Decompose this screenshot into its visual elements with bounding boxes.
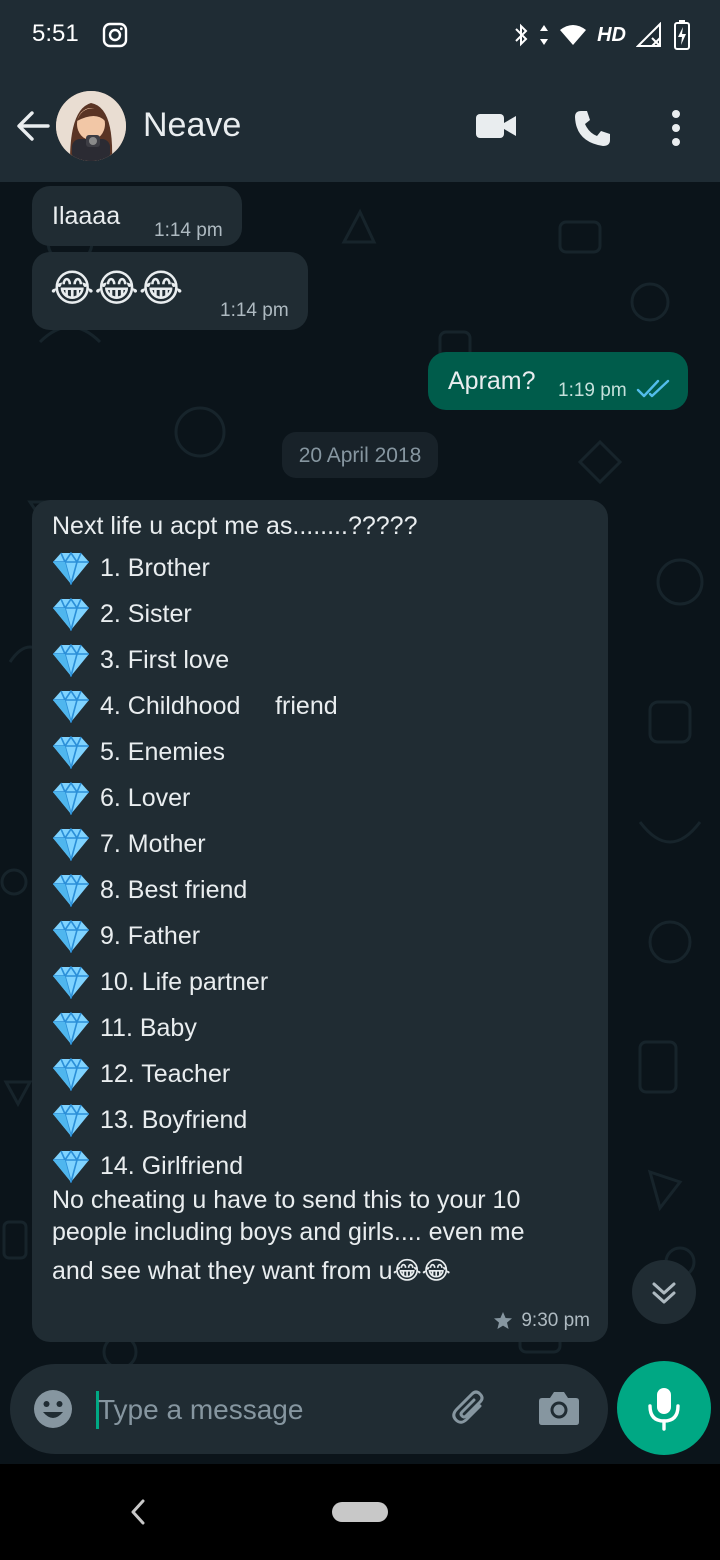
message-bubble[interactable]: 😂😂😂 1:14 pm <box>32 252 308 330</box>
gem-icon <box>53 874 89 907</box>
option-text: 13. Boyfriend <box>100 1105 248 1134</box>
option-text: 14. Girlfriend <box>100 1151 244 1180</box>
avatar[interactable] <box>56 91 126 161</box>
option-list-item: 8. Best friend <box>52 870 247 910</box>
gem-icon <box>53 920 89 953</box>
instagram-icon <box>102 22 128 48</box>
message-input[interactable] <box>98 1390 418 1430</box>
contact-name[interactable]: Neave <box>143 106 241 145</box>
microphone-icon <box>648 1388 680 1431</box>
back-arrow-icon[interactable] <box>14 106 52 146</box>
attachment-icon[interactable] <box>450 1388 492 1430</box>
scroll-to-bottom-button[interactable] <box>632 1260 696 1324</box>
message-time: 1:14 pm <box>154 220 223 241</box>
gem-icon <box>53 1012 89 1045</box>
battery-charging-icon <box>674 20 690 50</box>
option-text: 7. Mother <box>100 829 206 858</box>
more-options-icon[interactable] <box>666 108 686 148</box>
option-list-item: 2. Sister <box>52 594 192 634</box>
option-list-item: 6. Lover <box>52 778 190 818</box>
gem-icon <box>53 552 89 585</box>
bluetooth-icon <box>515 23 528 47</box>
option-text: 2. Sister <box>100 599 192 628</box>
gem-icon <box>53 1150 89 1183</box>
status-icons: HD <box>513 18 690 52</box>
gem-icon <box>53 644 89 677</box>
option-list-item: 3. First love <box>52 640 229 680</box>
voice-call-icon[interactable] <box>572 108 612 148</box>
gem-icon <box>53 1058 89 1091</box>
message-time: 1:14 pm <box>220 300 289 321</box>
status-time: 5:51 <box>32 20 79 47</box>
message-outro-line: people including boys and girls.... even… <box>52 1218 525 1246</box>
nav-home-pill[interactable] <box>332 1502 388 1522</box>
gem-icon <box>53 966 89 999</box>
nav-back-icon[interactable] <box>128 1498 148 1526</box>
gem-icon <box>53 782 89 815</box>
message-bubble[interactable]: Apram? 1:19 pm <box>428 352 688 410</box>
message-outro-line: No cheating u have to send this to your … <box>52 1186 521 1214</box>
date-separator: 20 April 2018 <box>282 432 438 478</box>
signal-icon <box>636 22 661 47</box>
option-list-item: 11. Baby <box>52 1008 197 1048</box>
message-text: 😂😂😂 <box>50 268 184 310</box>
chat-header: Neave <box>0 70 720 182</box>
message-intro: Next life u acpt me as........????? <box>52 512 418 540</box>
voice-message-button[interactable] <box>617 1361 711 1455</box>
data-arrows-icon <box>540 25 549 45</box>
gem-icon <box>53 1104 89 1137</box>
option-text: 10. Life partner <box>100 967 269 996</box>
option-text: 12. Teacher <box>100 1059 231 1088</box>
system-navigation-bar <box>0 1464 720 1560</box>
option-list-item: 5. Enemies <box>52 732 225 772</box>
status-bar: 5:51 HD <box>0 0 720 70</box>
gem-icon <box>53 598 89 631</box>
option-list-item: 12. Teacher <box>52 1054 230 1094</box>
message-outro-line: and see what they want from u😂😂 <box>52 1257 451 1285</box>
message-time: 9:30 pm <box>521 1310 590 1331</box>
option-list-item: 4. Childhood friend <box>52 686 338 726</box>
option-text: 4. Childhood friend <box>100 691 338 720</box>
message-text: Ilaaaa <box>52 202 121 230</box>
star-icon <box>494 1312 513 1329</box>
chat-area[interactable]: Ilaaaa 1:14 pm 😂😂😂 1:14 pm Apram? 1:19 p… <box>0 182 720 1364</box>
gem-icon <box>53 690 89 723</box>
option-text: 8. Best friend <box>100 875 248 904</box>
message-meta: 9:30 pm <box>493 1310 590 1332</box>
option-text: 11. Baby <box>100 1013 197 1042</box>
avatar-image <box>56 91 126 161</box>
camera-icon[interactable] <box>538 1388 580 1428</box>
option-list-item: 7. Mother <box>52 824 206 864</box>
video-call-icon[interactable] <box>474 110 518 142</box>
double-chevron-down-icon <box>652 1282 676 1304</box>
composer <box>0 1361 720 1464</box>
emoji-icon[interactable] <box>32 1388 74 1430</box>
message-time: 1:19 pm <box>558 380 627 401</box>
option-text: 1. Brother <box>100 553 210 582</box>
message-bubble[interactable]: Ilaaaa 1:14 pm <box>32 186 242 246</box>
gem-icon <box>53 736 89 769</box>
message-text: Apram? <box>448 367 536 395</box>
option-list-item: 13. Boyfriend <box>52 1100 247 1140</box>
option-text: 6. Lover <box>100 783 191 812</box>
option-list-item: 1. Brother <box>52 548 210 588</box>
option-text: 9. Father <box>100 921 201 950</box>
option-text: 5. Enemies <box>100 737 226 766</box>
option-list-item: 10. Life partner <box>52 962 268 1002</box>
message-input-container <box>10 1364 608 1454</box>
option-text: 3. First love <box>100 645 230 674</box>
read-receipt-icon <box>636 379 670 398</box>
message-bubble-long[interactable]: Next life u acpt me as........????? 1. B… <box>32 500 608 1342</box>
network-label: HD <box>597 23 626 46</box>
wifi-icon <box>560 25 587 45</box>
option-list-item: 9. Father <box>52 916 200 956</box>
date-label: 20 April 2018 <box>298 444 422 467</box>
option-list-item: 14. Girlfriend <box>52 1146 243 1186</box>
gem-icon <box>53 828 89 861</box>
